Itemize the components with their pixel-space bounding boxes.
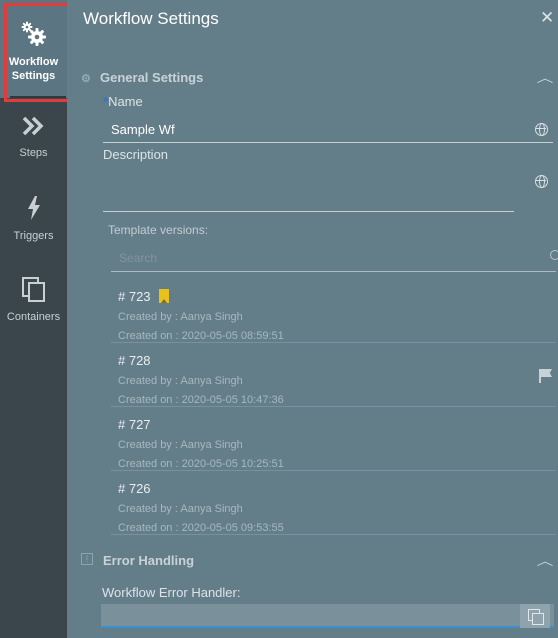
globe-icon[interactable] <box>535 175 548 188</box>
section-title: Error Handling <box>103 553 195 568</box>
version-item[interactable]: # 726 Created by : Aanya Singh Created o… <box>111 473 556 535</box>
gears-icon: ⚙ <box>81 73 91 85</box>
name-label: *Name <box>103 94 143 109</box>
version-created-on: Created on : 2020-05-05 09:53:55 <box>118 522 284 534</box>
error-handling-header[interactable]: Error Handling <box>103 553 194 568</box>
error-icon: ! <box>81 553 93 565</box>
error-handler-label: Workflow Error Handler: <box>102 585 241 600</box>
template-versions-label: Template versions: <box>108 223 209 237</box>
version-number: # 727 <box>118 417 151 432</box>
name-label-text: Name <box>108 94 143 109</box>
version-search-input[interactable] <box>111 246 556 272</box>
version-created-by: Created by : Aanya Singh <box>118 439 243 451</box>
collapse-chevron-icon[interactable]: ︿ <box>537 552 554 569</box>
collapse-chevron-icon[interactable]: ︿ <box>537 69 554 86</box>
workflow-settings-panel: Workflow Settings ✕ ⚙ General Settings ︿ … <box>67 0 558 638</box>
version-created-by: Created by : Aanya Singh <box>118 503 243 515</box>
version-created-on: Created on : 2020-05-05 10:47:36 <box>118 394 284 406</box>
double-chevron-icon <box>22 116 43 136</box>
rail-item-containers[interactable]: Containers <box>0 276 67 331</box>
containers-icon <box>21 277 45 302</box>
lightning-icon <box>27 196 40 220</box>
version-number: # 723 <box>118 289 151 304</box>
bookmark-icon <box>159 289 169 303</box>
section-title: General Settings <box>100 70 204 85</box>
panel-title: Workflow Settings <box>83 9 219 28</box>
version-number: # 726 <box>118 481 151 496</box>
error-handler-input[interactable] <box>101 604 554 628</box>
rail-item-label: Triggers <box>13 230 54 242</box>
version-item[interactable]: # 728 Created by : Aanya Singh Created o… <box>111 345 556 407</box>
copy-icon[interactable] <box>520 604 550 628</box>
rail-item-label: Containers <box>6 311 61 323</box>
version-created-by: Created by : Aanya Singh <box>118 311 243 323</box>
version-number: # 728 <box>118 353 151 368</box>
flag-icon[interactable] <box>539 369 553 383</box>
rail-item-steps[interactable]: Steps <box>0 116 67 171</box>
rail-item-label: Steps <box>19 147 48 159</box>
description-label: Description <box>103 147 169 162</box>
globe-icon[interactable] <box>535 123 548 136</box>
version-item[interactable]: # 723 Created by : Aanya Singh Created o… <box>111 281 556 343</box>
close-icon[interactable]: ✕ <box>540 8 554 28</box>
search-placeholder: Search <box>119 251 158 265</box>
version-created-by: Created by : Aanya Singh <box>118 375 243 387</box>
version-created-on: Created on : 2020-05-05 10:25:51 <box>118 458 284 470</box>
general-settings-header[interactable]: ⚙ General Settings <box>81 70 203 85</box>
name-input-underline <box>103 142 553 143</box>
description-textarea[interactable] <box>103 172 514 212</box>
rail-item-triggers[interactable]: Triggers <box>0 196 67 251</box>
version-item[interactable]: # 727 Created by : Aanya Singh Created o… <box>111 409 556 471</box>
search-icon[interactable] <box>550 250 558 260</box>
name-input[interactable]: Sample Wf <box>111 122 175 137</box>
version-created-on: Created on : 2020-05-05 08:59:51 <box>118 330 284 342</box>
